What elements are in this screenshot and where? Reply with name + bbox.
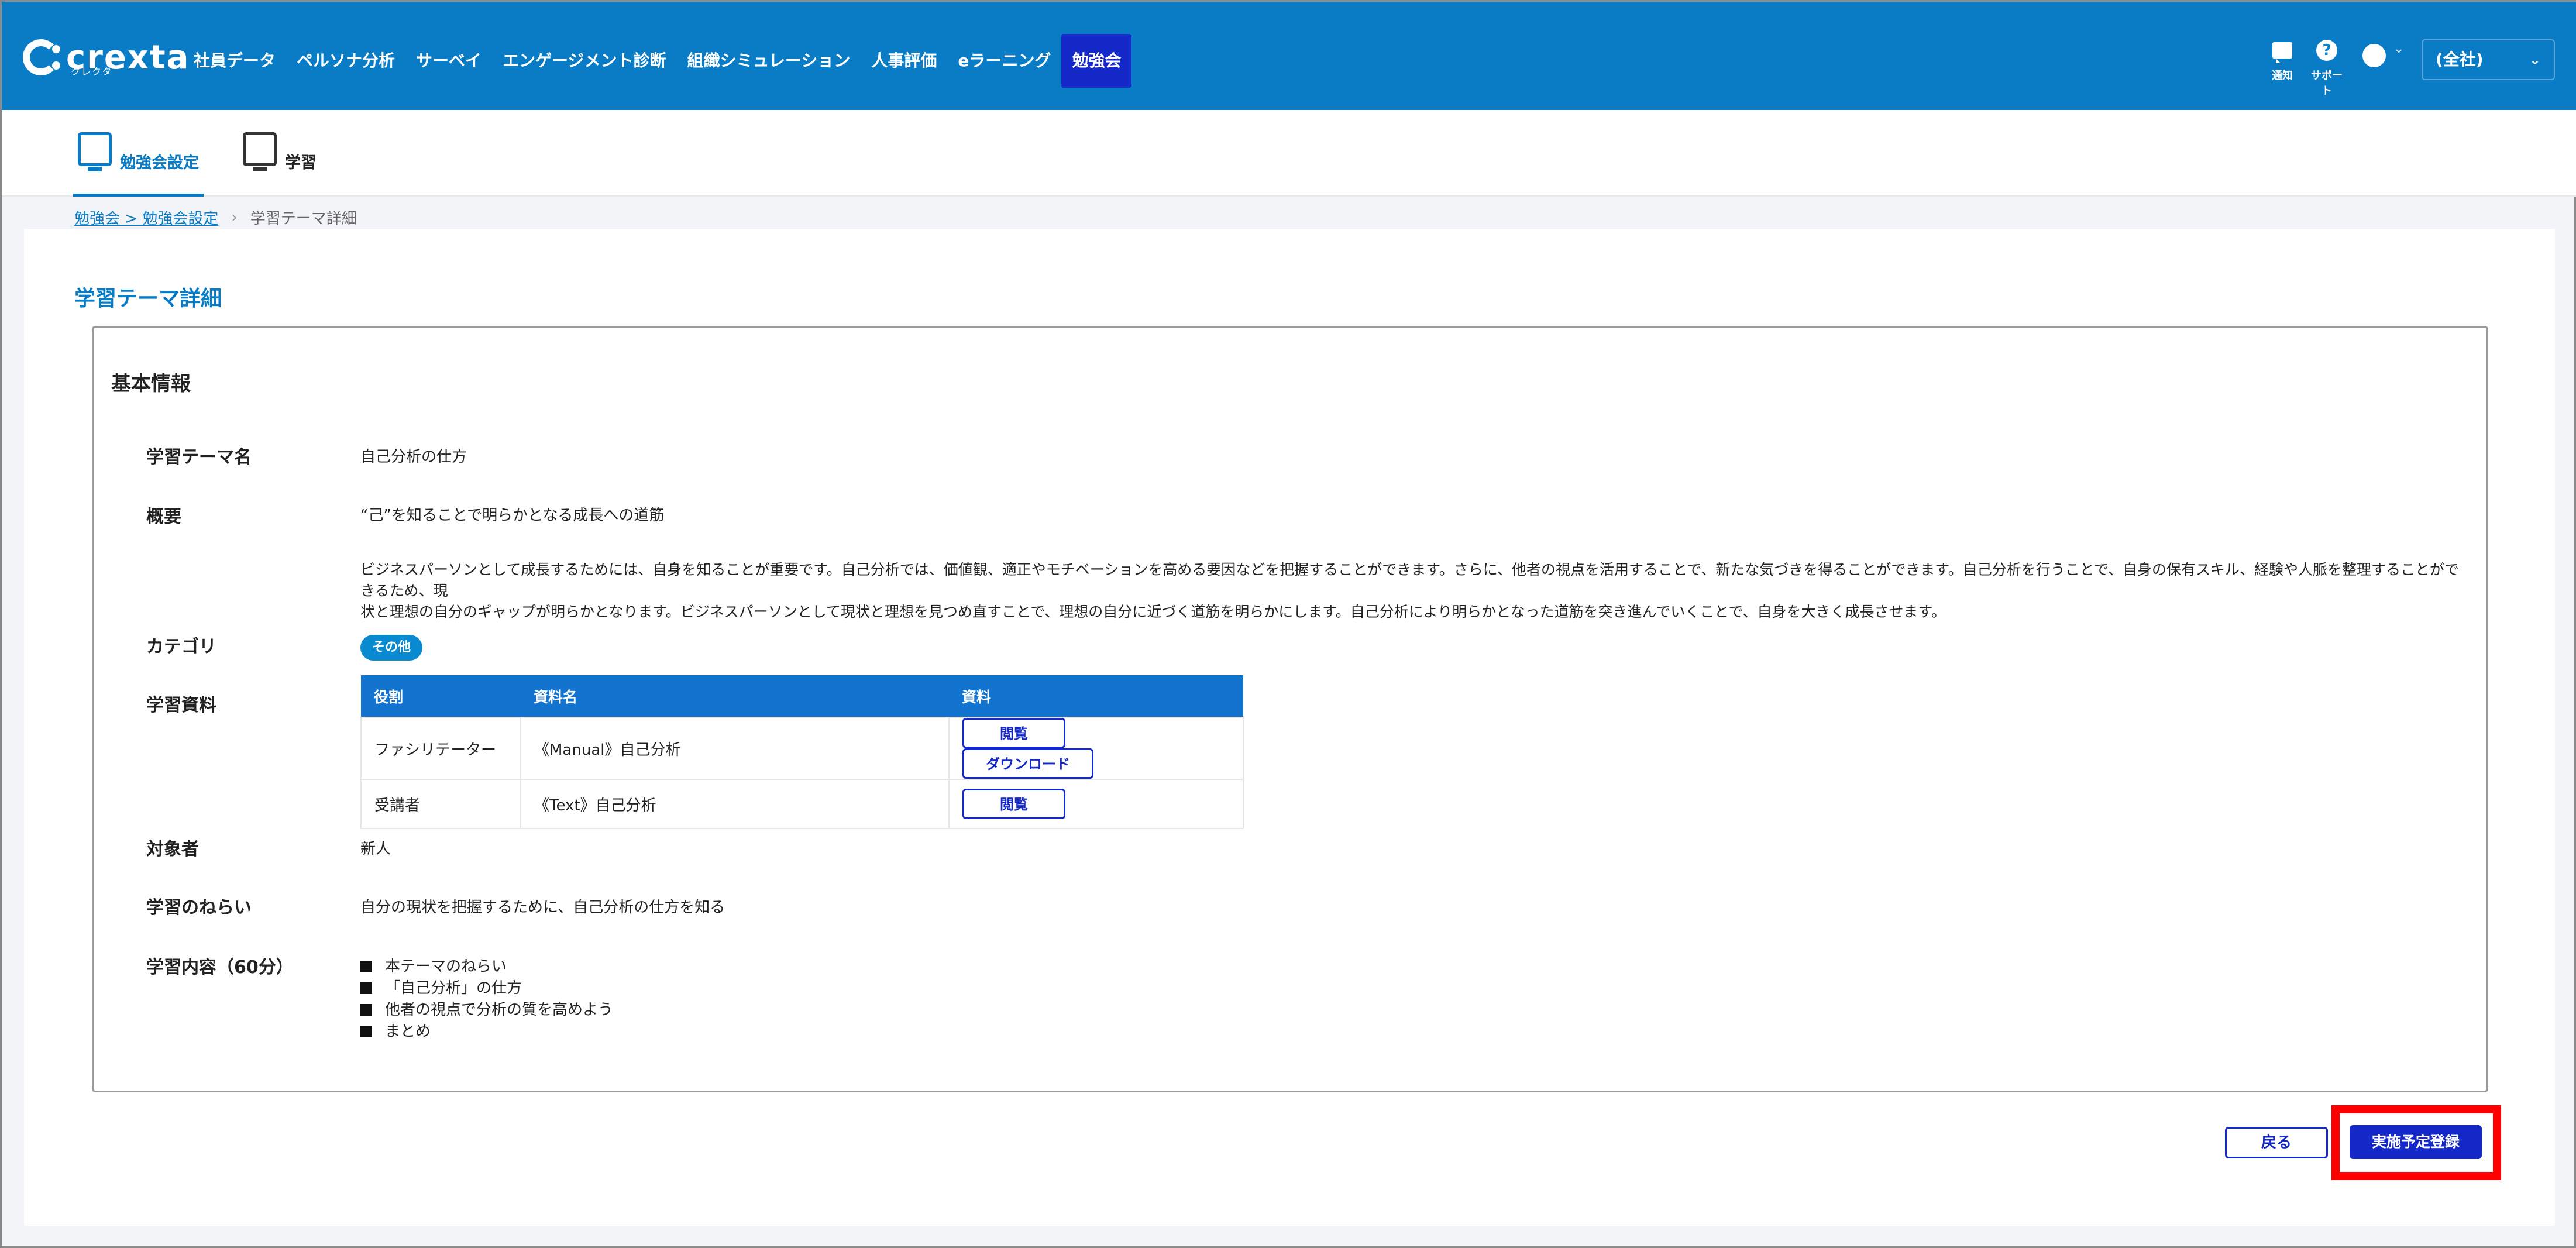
org-selector[interactable]: (全社) ⌄ — [2422, 39, 2555, 80]
tab-study-settings-label: 勉強会設定 — [120, 154, 199, 172]
content-list: 本テーマのねらい 「自己分析」の仕方 他者の視点で分析の質を高めよう まとめ — [360, 956, 613, 1043]
table-header-row: 役割 資料名 資料 — [361, 675, 1243, 717]
row-material-name: 《Text》自己分析 — [520, 779, 950, 829]
main-nav: 社員データ ペルソナ分析 サーベイ エンゲージメント診断 組織シミュレーション … — [183, 34, 1132, 88]
chevron-down-icon[interactable]: ⌄ — [2393, 42, 2404, 56]
list-item-text: まとめ — [385, 1023, 431, 1040]
row-actions: 閲覧 — [948, 779, 1244, 829]
category-badge: その他 — [360, 635, 423, 661]
materials-label: 学習資料 — [146, 695, 216, 716]
user-avatar-icon[interactable] — [2362, 44, 2386, 67]
list-item-text: 本テーマのねらい — [385, 958, 507, 975]
gear-monitor-icon — [78, 132, 112, 171]
main-panel: 学習テーマ詳細 基本情報 学習テーマ名 自己分析の仕方 概要 “己”を知ることで… — [24, 229, 2555, 1226]
support-label: サポート — [2311, 70, 2343, 97]
summary-value: “己”を知ることで明らかとなる成長への道筋 — [360, 507, 665, 524]
column-header-role: 役割 — [361, 675, 521, 717]
nav-item-employee-data[interactable]: 社員データ — [183, 34, 286, 88]
support-button[interactable]: ? サポート — [2308, 37, 2345, 98]
download-button[interactable]: ダウンロード — [962, 748, 1093, 779]
tab-learning[interactable]: 学習 — [238, 132, 321, 197]
nav-item-hr-evaluation[interactable]: 人事評価 — [861, 34, 947, 88]
breadcrumb-link[interactable]: 勉強会 > 勉強会設定 — [74, 207, 218, 228]
org-selector-value: (全社) — [2436, 50, 2484, 69]
view-button[interactable]: 閲覧 — [962, 789, 1065, 819]
help-icon: ? — [2316, 40, 2337, 61]
row-actions: 閲覧ダウンロード — [948, 717, 1244, 780]
nav-item-study-group[interactable]: 勉強会 — [1061, 34, 1132, 88]
basic-info-card: 基本情報 学習テーマ名 自己分析の仕方 概要 “己”を知ることで明らかとなる成長… — [92, 326, 2488, 1092]
description-line-1: ビジネスパーソンとして成長するためには、自身を知ることが重要です。自己分析では、… — [360, 561, 2460, 599]
list-item-text: 他者の視点で分析の質を高めよう — [385, 1001, 614, 1019]
list-item: 他者の視点で分析の質を高めよう — [360, 999, 613, 1021]
nav-item-engagement[interactable]: エンゲージメント診断 — [492, 34, 676, 88]
category-label: カテゴリ — [146, 637, 216, 657]
register-schedule-button[interactable]: 実施予定登録 — [2350, 1125, 2482, 1159]
logo-subtext: クレクタ — [71, 66, 113, 77]
target-value: 新人 — [360, 840, 391, 858]
nav-item-org-simulation[interactable]: 組織シミュレーション — [677, 34, 861, 88]
theme-name-value: 自己分析の仕方 — [360, 448, 467, 466]
column-header-material: 資料 — [949, 675, 1243, 717]
nav-item-elearning[interactable]: eラーニング — [947, 34, 1061, 88]
content-label: 学習内容（60分） — [146, 957, 294, 978]
description-text: ビジネスパーソンとして成長するためには、自身を知ることが重要です。自己分析では、… — [360, 559, 2472, 623]
list-item: まとめ — [360, 1021, 613, 1043]
section-title: 基本情報 — [111, 372, 191, 396]
nav-item-persona-analysis[interactable]: ペルソナ分析 — [286, 34, 405, 88]
theme-name-label: 学習テーマ名 — [146, 447, 252, 467]
tab-study-settings[interactable]: 勉強会設定 — [73, 132, 204, 197]
logo-mark-icon — [23, 39, 60, 75]
page-title: 学習テーマ詳細 — [74, 287, 222, 311]
target-label: 対象者 — [146, 839, 199, 859]
description-line-2: 状と理想の自分のギャップが明らかとなります。ビジネスパーソンとして現状と理想を見… — [360, 603, 1946, 620]
breadcrumb-current: 学習テーマ詳細 — [250, 210, 357, 228]
monitor-icon — [243, 132, 277, 171]
notification-label: 通知 — [2272, 70, 2293, 82]
summary-label: 概要 — [146, 507, 181, 527]
top-header: crexta クレクタ 社員データ ペルソナ分析 サーベイ エンゲージメント診断… — [2, 2, 2576, 110]
back-button[interactable]: 戻る — [2225, 1127, 2328, 1158]
column-header-name: 資料名 — [521, 675, 949, 717]
aim-label: 学習のねらい — [146, 898, 252, 918]
sub-nav: 勉強会設定 学習 — [2, 110, 2576, 197]
breadcrumb: 勉強会 > 勉強会設定 › 学習テーマ詳細 — [74, 207, 357, 228]
list-item-text: 「自己分析」の仕方 — [385, 979, 522, 997]
row-role: ファシリテーター — [360, 717, 521, 780]
row-role: 受講者 — [360, 779, 521, 829]
chevron-right-icon: › — [231, 208, 238, 226]
row-material-name: 《Manual》自己分析 — [520, 717, 950, 780]
notification-button[interactable]: 通知 — [2265, 37, 2300, 82]
view-button[interactable]: 閲覧 — [962, 718, 1065, 748]
list-item: 本テーマのねらい — [360, 956, 613, 978]
table-row: ファシリテーター 《Manual》自己分析 閲覧ダウンロード — [360, 717, 1244, 780]
chevron-down-icon: ⌄ — [2529, 51, 2541, 68]
nav-item-survey[interactable]: サーベイ — [405, 34, 492, 88]
list-item: 「自己分析」の仕方 — [360, 978, 613, 999]
aim-value: 自分の現状を把握するために、自己分析の仕方を知る — [360, 899, 725, 916]
materials-table: 役割 資料名 資料 ファシリテーター 《Manual》自己分析 閲覧ダウンロード… — [360, 675, 1244, 829]
table-row: 受講者 《Text》自己分析 閲覧 — [360, 779, 1244, 829]
tab-learning-label: 学習 — [285, 154, 317, 172]
chat-icon — [2272, 42, 2292, 63]
